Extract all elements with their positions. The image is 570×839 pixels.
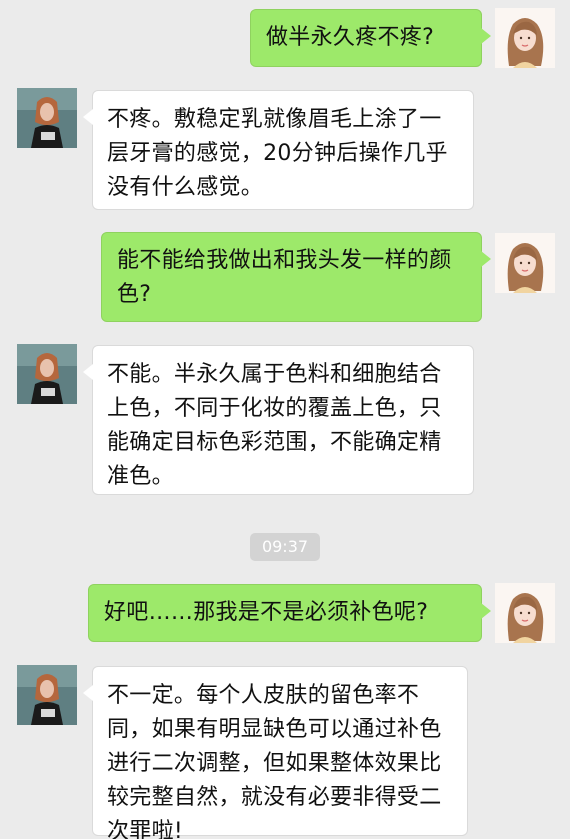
message-text: 不能。半永久属于色料和细胞结合上色，不同于化妆的覆盖上色，只能确定目标色彩范围，… bbox=[107, 362, 442, 489]
message-text: 能不能给我做出和我头发一样的颜色? bbox=[117, 248, 452, 307]
message-text: 做半永久疼不疼? bbox=[266, 25, 435, 50]
message-text: 好吧……那我是不是必须补色呢? bbox=[104, 600, 429, 625]
woman-cartoon-avatar-icon bbox=[495, 8, 555, 68]
woman-photo-avatar-icon bbox=[17, 88, 77, 148]
user-avatar[interactable] bbox=[495, 583, 555, 643]
artist-avatar[interactable] bbox=[17, 88, 77, 148]
user-avatar[interactable] bbox=[495, 8, 555, 68]
artist-avatar[interactable] bbox=[17, 665, 77, 725]
woman-photo-avatar-icon bbox=[17, 344, 77, 404]
message-bubble-received[interactable]: 不能。半永久属于色料和细胞结合上色，不同于化妆的覆盖上色，只能确定目标色彩范围，… bbox=[83, 345, 474, 495]
timestamp-label: 09:37 bbox=[250, 533, 320, 561]
woman-cartoon-avatar-icon bbox=[495, 233, 555, 293]
message-text: 不一定。每个人皮肤的留色率不同，如果有明显缺色可以通过补色进行二次调整，但如果整… bbox=[107, 683, 442, 839]
message-bubble-sent[interactable]: 能不能给我做出和我头发一样的颜色? bbox=[101, 232, 491, 322]
message-text: 不疼。敷稳定乳就像眉毛上涂了一层牙膏的感觉，20分钟后操作几乎没有什么感觉。 bbox=[107, 107, 448, 200]
woman-cartoon-avatar-icon bbox=[495, 583, 555, 643]
artist-avatar[interactable] bbox=[17, 344, 77, 404]
message-bubble-sent[interactable]: 做半永久疼不疼? bbox=[250, 9, 491, 67]
woman-photo-avatar-icon bbox=[17, 665, 77, 725]
message-bubble-received[interactable]: 不一定。每个人皮肤的留色率不同，如果有明显缺色可以通过补色进行二次调整，但如果整… bbox=[83, 666, 468, 839]
message-bubble-sent[interactable]: 好吧……那我是不是必须补色呢? bbox=[88, 584, 491, 642]
user-avatar[interactable] bbox=[495, 233, 555, 293]
message-bubble-received[interactable]: 不疼。敷稳定乳就像眉毛上涂了一层牙膏的感觉，20分钟后操作几乎没有什么感觉。 bbox=[83, 90, 474, 210]
